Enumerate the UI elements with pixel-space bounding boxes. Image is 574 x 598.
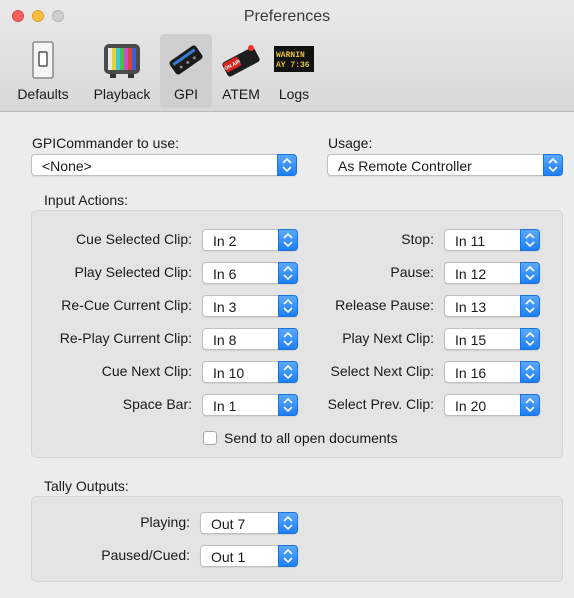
input-popup-play-next[interactable]: In 15 <box>444 328 540 350</box>
tally-value: Out 7 <box>211 516 246 532</box>
switch-icon <box>32 41 54 79</box>
tally-popup-playing[interactable]: Out 7 <box>200 512 298 534</box>
toolbar-item-defaults[interactable]: Defaults <box>8 34 78 108</box>
popup-stepper-icon <box>543 154 563 176</box>
input-label-recue-current: Re-Cue Current Clip: <box>61 297 192 313</box>
toolbar-item-atem[interactable]: ON AIR ATEM <box>216 34 266 108</box>
input-popup-select-prev[interactable]: In 20 <box>444 394 540 416</box>
tally-popup-paused-cued[interactable]: Out 1 <box>200 545 298 567</box>
input-value: In 6 <box>213 266 237 282</box>
toolbar-label-playback: Playback <box>93 86 151 102</box>
tally-value: Out 1 <box>211 549 246 565</box>
logs-icon-line-1: WARNIN <box>276 51 305 60</box>
input-value: In 10 <box>213 365 245 381</box>
tv-icon <box>104 44 140 78</box>
popup-stepper-icon <box>520 229 540 251</box>
popup-stepper-icon <box>520 328 540 350</box>
usage-label: Usage: <box>328 135 373 151</box>
toolbar-item-logs[interactable]: WARNIN AY 7:36 Logs <box>270 34 318 108</box>
input-value: In 3 <box>213 299 237 315</box>
input-value: In 2 <box>213 233 237 249</box>
popup-stepper-icon <box>278 394 298 416</box>
input-popup-select-next[interactable]: In 16 <box>444 361 540 383</box>
tally-outputs-group <box>31 496 563 582</box>
gpi-device-icon <box>169 45 203 75</box>
window-title: Preferences <box>243 8 331 25</box>
input-label-space-bar: Space Bar: <box>122 396 192 412</box>
input-label-select-prev: Select Prev. Clip: <box>327 396 434 412</box>
input-label-play-next: Play Next Clip: <box>342 330 434 346</box>
popup-stepper-icon <box>520 361 540 383</box>
input-popup-stop[interactable]: In 11 <box>444 229 540 251</box>
input-value: In 1 <box>213 398 237 414</box>
toolbar-item-playback[interactable]: Playback <box>86 34 158 108</box>
input-value: In 13 <box>455 299 487 315</box>
atem-tally-icon: ON AIR <box>222 45 260 77</box>
toolbar-label-atem: ATEM <box>222 86 260 102</box>
input-value: In 12 <box>455 266 487 282</box>
send-to-all-label[interactable]: Send to all open documents <box>224 430 398 446</box>
input-popup-replay-current[interactable]: In 8 <box>202 328 298 350</box>
popup-stepper-icon <box>520 394 540 416</box>
input-label-stop: Stop: <box>401 231 434 247</box>
gpi-commander-value: <None> <box>42 158 92 174</box>
input-value: In 11 <box>455 233 486 249</box>
popup-stepper-icon <box>520 262 540 284</box>
log-display-icon: WARNIN AY 7:36 <box>274 46 314 72</box>
popup-stepper-icon <box>520 295 540 317</box>
toolbar-label-defaults: Defaults <box>17 86 69 102</box>
popup-stepper-icon <box>278 262 298 284</box>
input-value: In 16 <box>455 365 487 381</box>
input-value: In 8 <box>213 332 237 348</box>
input-value: In 15 <box>455 332 487 348</box>
popup-stepper-icon <box>278 295 298 317</box>
input-label-select-next: Select Next Clip: <box>330 363 434 379</box>
tally-outputs-title: Tally Outputs: <box>44 478 129 494</box>
tally-label-playing: Playing: <box>140 514 190 530</box>
input-popup-play-selected[interactable]: In 6 <box>202 262 298 284</box>
input-popup-release-pause[interactable]: In 13 <box>444 295 540 317</box>
input-label-pause: Pause: <box>390 264 434 280</box>
gpi-commander-popup[interactable]: <None> <box>31 154 297 176</box>
input-actions-title: Input Actions: <box>44 192 129 208</box>
gpi-commander-label: GPICommander to use: <box>32 135 180 151</box>
popup-stepper-icon <box>278 328 298 350</box>
input-popup-pause[interactable]: In 12 <box>444 262 540 284</box>
input-label-release-pause: Release Pause: <box>335 297 434 313</box>
input-popup-cue-selected[interactable]: In 2 <box>202 229 298 251</box>
input-popup-cue-next[interactable]: In 10 <box>202 361 298 383</box>
popup-stepper-icon <box>278 361 298 383</box>
input-label-cue-selected: Cue Selected Clip: <box>76 231 192 247</box>
popup-stepper-icon <box>278 545 298 567</box>
input-label-play-selected: Play Selected Clip: <box>74 264 192 280</box>
toolbar-item-gpi[interactable]: GPI <box>160 34 212 108</box>
usage-popup[interactable]: As Remote Controller <box>327 154 563 176</box>
logs-icon-line-2: AY 7:36 <box>276 61 310 70</box>
input-value: In 20 <box>455 398 487 414</box>
input-label-cue-next: Cue Next Clip: <box>101 363 192 379</box>
tally-label-paused-cued: Paused/Cued: <box>101 547 190 563</box>
send-to-all-checkbox[interactable] <box>203 431 217 445</box>
toolbar-label-gpi: GPI <box>173 86 199 102</box>
preferences-window: Preferences Defaults Playback GPI ON AIR… <box>0 0 574 598</box>
input-label-replay-current: Re-Play Current Clip: <box>59 330 192 346</box>
toolbar-label-logs: Logs <box>278 86 310 102</box>
input-popup-recue-current[interactable]: In 3 <box>202 295 298 317</box>
input-popup-space-bar[interactable]: In 1 <box>202 394 298 416</box>
titlebar-toolbar: Preferences Defaults Playback GPI ON AIR… <box>0 0 574 112</box>
popup-stepper-icon <box>278 512 298 534</box>
usage-value: As Remote Controller <box>338 158 472 174</box>
popup-stepper-icon <box>278 229 298 251</box>
popup-stepper-icon <box>277 154 297 176</box>
